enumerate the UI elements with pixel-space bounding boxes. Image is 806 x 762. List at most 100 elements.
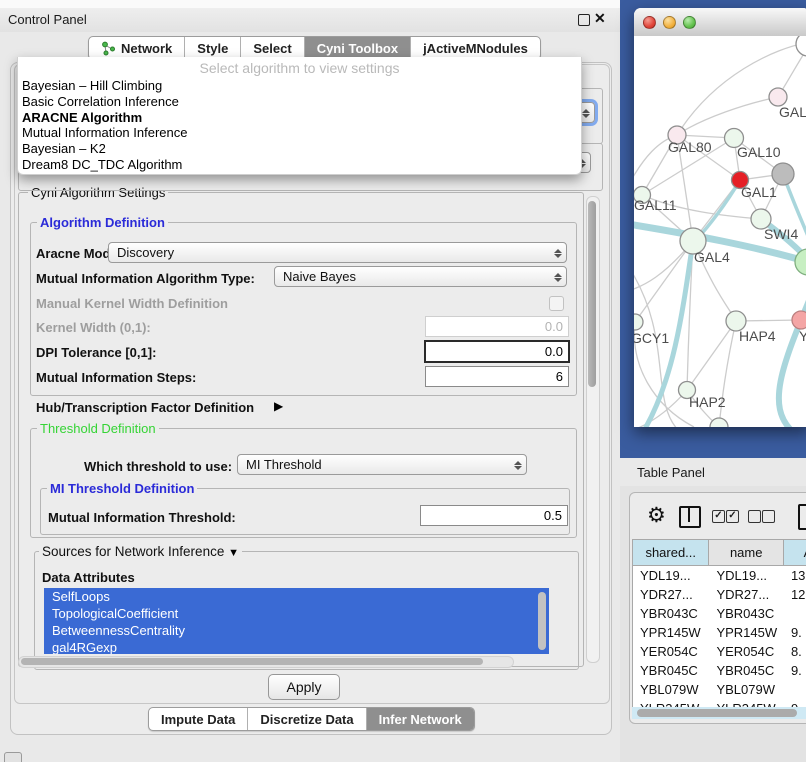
- node-gcy1[interactable]: [634, 314, 643, 330]
- aracne-mode-value: Discovery: [117, 245, 174, 260]
- node-attribute-table[interactable]: shared... name A YDL19...YDL19...13 YDR2…: [632, 539, 806, 709]
- settings-scrollbar[interactable]: [586, 196, 600, 663]
- data-attributes-label: Data Attributes: [42, 570, 135, 585]
- manual-kernel-checkbox[interactable]: [549, 296, 564, 311]
- select-all-checkbox-icon[interactable]: ✓: [726, 510, 739, 523]
- which-threshold-combo[interactable]: MI Threshold: [237, 454, 527, 475]
- deselect-all-checkbox-icon[interactable]: [762, 510, 775, 523]
- gear-icon[interactable]: ⚙: [647, 503, 666, 528]
- window-zoom-icon[interactable]: [683, 16, 696, 29]
- tab-impute-data-label: Impute Data: [161, 712, 235, 727]
- column-header-partial[interactable]: A: [784, 540, 806, 565]
- dpi-tolerance-label: DPI Tolerance [0,1]:: [36, 345, 156, 360]
- list-item[interactable]: SelfLoops: [44, 588, 549, 605]
- settings-hscrollbar[interactable]: [18, 656, 514, 668]
- float-window-icon[interactable]: [578, 14, 590, 26]
- dropdown-item[interactable]: Bayesian – Hill Climbing: [22, 78, 577, 94]
- table-row[interactable]: YDR27...YDR27...12: [633, 585, 806, 604]
- table-row[interactable]: YBR043CYBR043C: [633, 604, 806, 623]
- table-row[interactable]: YDL19...YDL19...13: [633, 566, 806, 585]
- table-row[interactable]: YBR045CYBR045C9.: [633, 661, 806, 680]
- list-item[interactable]: gal4RGexp: [44, 639, 549, 654]
- list-item[interactable]: TopologicalCoefficient: [44, 605, 549, 622]
- expand-arrow-icon[interactable]: ▶: [274, 399, 283, 413]
- algorithm-definition-title: Algorithm Definition: [37, 215, 168, 230]
- table-panel-title: Table Panel: [637, 465, 705, 480]
- node-label: Y: [799, 328, 806, 344]
- dropdown-item[interactable]: Basic Correlation Inference: [22, 94, 577, 110]
- stepper-icon: [552, 270, 563, 284]
- window-minimize-icon[interactable]: [663, 16, 676, 29]
- node-partial-top[interactable]: [796, 36, 806, 56]
- minimized-panel-icon[interactable]: [4, 752, 22, 762]
- table-hscrollbar[interactable]: [632, 707, 806, 719]
- export-table-icon[interactable]: [798, 504, 806, 530]
- aracne-mode-combo[interactable]: Discovery: [108, 242, 567, 263]
- bottom-tabbar: Impute Data Discretize Data Infer Networ…: [148, 707, 475, 731]
- tab-discretize-data[interactable]: Discretize Data: [248, 708, 366, 730]
- tab-infer-network[interactable]: Infer Network: [367, 708, 474, 730]
- table-row[interactable]: YBL079WYBL079W: [633, 680, 806, 699]
- tab-cyni-toolbox-label: Cyni Toolbox: [317, 41, 398, 56]
- mi-type-combo[interactable]: Naive Bayes: [274, 266, 567, 287]
- which-threshold-label: Which threshold to use:: [84, 459, 232, 474]
- stepper-icon: [512, 458, 523, 472]
- network-window-titlebar[interactable]: [634, 8, 806, 37]
- table-header-row: shared... name A: [633, 540, 806, 566]
- dropdown-item-selected[interactable]: ARACNE Algorithm: [22, 110, 577, 126]
- which-threshold-value: MI Threshold: [246, 457, 322, 472]
- window-close-icon[interactable]: [643, 16, 656, 29]
- algorithm-dropdown: Select algorithm to view settings Bayesi…: [17, 57, 582, 175]
- settings-hscrollbar-thumb[interactable]: [21, 658, 483, 665]
- dropdown-item[interactable]: Dream8 DC_TDC Algorithm: [22, 157, 577, 173]
- node-label: GAL80: [668, 139, 712, 155]
- tab-jactivemnodules-label: jActiveMNodules: [423, 41, 528, 56]
- collapse-arrow-icon[interactable]: ▼: [228, 547, 239, 559]
- node-label: GAL10: [737, 144, 781, 160]
- node-gray[interactable]: [772, 163, 794, 185]
- mi-threshold-title: MI Threshold Definition: [47, 481, 197, 496]
- node-partial-bottom[interactable]: [710, 418, 728, 427]
- table-row[interactable]: YER054CYER054C8.: [633, 642, 806, 661]
- tab-jactivemnodules[interactable]: jActiveMNodules: [411, 37, 540, 59]
- hub-definition-label[interactable]: Hub/Transcription Factor Definition: [36, 400, 254, 415]
- dpi-tolerance-field[interactable]: 0.0: [424, 340, 570, 363]
- tab-network-label: Network: [121, 41, 172, 56]
- settings-scrollbar-thumb[interactable]: [588, 201, 596, 387]
- node-green-right[interactable]: [795, 249, 806, 275]
- column-header-shared-name[interactable]: shared...: [633, 540, 709, 565]
- network-window[interactable]: GAL GAL80 GAL10 GAL1 GAL11 SWI4 GAL4 GCY…: [634, 8, 806, 427]
- mi-steps-field[interactable]: 6: [425, 366, 569, 387]
- dropdown-item[interactable]: Mutual Information Inference: [22, 125, 577, 141]
- node-label: GAL: [779, 104, 806, 120]
- kernel-width-label: Kernel Width (0,1):: [36, 320, 151, 335]
- close-icon[interactable]: ✕: [594, 10, 606, 27]
- list-item[interactable]: BetweennessCentrality: [44, 622, 549, 639]
- tab-impute-data[interactable]: Impute Data: [149, 708, 248, 730]
- network-canvas[interactable]: GAL GAL80 GAL10 GAL1 GAL11 SWI4 GAL4 GCY…: [634, 36, 806, 427]
- tab-select-label: Select: [253, 41, 291, 56]
- deselect-all-checkbox-icon[interactable]: [748, 510, 761, 523]
- tab-style[interactable]: Style: [185, 37, 241, 59]
- dropdown-item-list: Bayesian – Hill Climbing Basic Correlati…: [22, 78, 577, 173]
- table-hscrollbar-thumb[interactable]: [637, 709, 797, 717]
- mi-threshold-field[interactable]: 0.5: [420, 505, 568, 526]
- node-salmon-right[interactable]: [792, 311, 806, 329]
- select-all-checkbox-icon[interactable]: ✓: [712, 510, 725, 523]
- sources-title-text: Sources for Network Inference: [42, 544, 224, 559]
- tab-select[interactable]: Select: [241, 37, 304, 59]
- dropdown-item[interactable]: Bayesian – K2: [22, 141, 577, 157]
- sources-title[interactable]: Sources for Network Inference ▼: [39, 544, 242, 559]
- kernel-width-field[interactable]: 0.0: [425, 316, 569, 337]
- list-scrollbar-thumb[interactable]: [538, 592, 546, 650]
- dropdown-prompt: Select algorithm to view settings: [18, 60, 581, 76]
- columns-icon[interactable]: [679, 506, 701, 528]
- table-panel-titlebar: Table Panel: [620, 458, 806, 487]
- tab-network[interactable]: Network: [89, 37, 185, 59]
- node-label: HAP4: [739, 328, 776, 344]
- table-row[interactable]: YPR145WYPR145W9.: [633, 623, 806, 642]
- tab-cyni-toolbox[interactable]: Cyni Toolbox: [305, 37, 411, 59]
- tab-infer-network-label: Infer Network: [379, 712, 462, 727]
- column-header-name[interactable]: name: [709, 540, 784, 565]
- apply-button[interactable]: Apply: [268, 674, 340, 700]
